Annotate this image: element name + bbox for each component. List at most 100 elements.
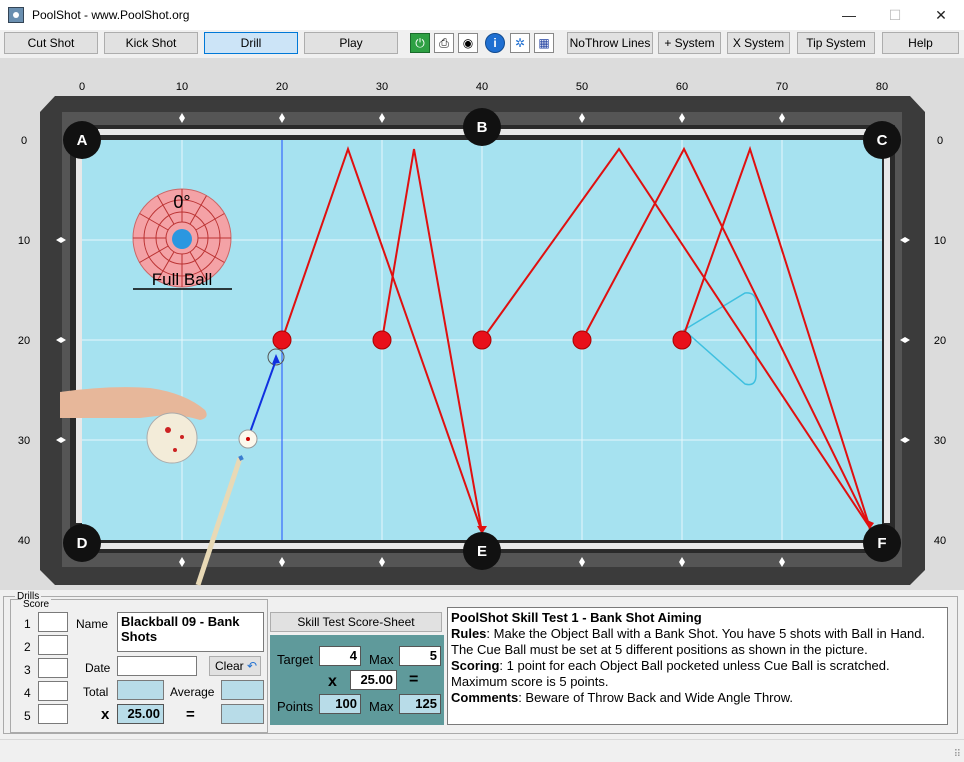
top-ruler-label: 80 [876, 81, 888, 93]
score-row-label: 3 [24, 663, 31, 677]
top-ruler-label: 50 [576, 81, 588, 93]
object-ball [672, 330, 692, 350]
rules-label: Rules [451, 626, 487, 641]
pool-table[interactable]: 0 10 20 30 40 50 60 70 80 0 0 10 10 20 20 30 30 40 40 [0, 58, 964, 590]
points-max-label: Max [369, 699, 394, 714]
target-field[interactable]: 4 [319, 646, 361, 666]
left-ruler-label: 0 [21, 135, 27, 147]
equals-sign: = [186, 706, 195, 723]
hand-ball-dot [165, 427, 171, 433]
top-ruler-label: 30 [376, 81, 388, 93]
resize-grip-icon[interactable]: ⠿ [954, 749, 961, 760]
aim-wheel-center [172, 229, 192, 249]
target-max-field[interactable]: 5 [399, 646, 441, 666]
camera-icon[interactable]: ◉ [458, 33, 478, 53]
hand-ball-dot [180, 435, 184, 439]
settings-icon[interactable]: ✲ [510, 33, 530, 53]
scoring-label: Scoring [451, 658, 500, 673]
skill-multiplier-field[interactable]: 25.00 [350, 670, 397, 690]
cut-shot-button[interactable]: Cut Shot [4, 32, 98, 54]
skill-test-panel: Target 4 Max 5 x 25.00 = Points 100 Max … [270, 635, 444, 725]
close-button[interactable]: ✕ [918, 0, 964, 30]
plus-system-button[interactable]: + System [658, 32, 721, 54]
score-row-input[interactable] [38, 681, 68, 701]
score-row-label: 4 [24, 686, 31, 700]
right-ruler-label: 20 [934, 335, 946, 347]
average-field[interactable] [221, 680, 264, 700]
window-title: PoolShot - www.PoolShot.org [32, 8, 190, 22]
clear-label: Clear [215, 659, 244, 673]
date-field[interactable] [117, 656, 197, 676]
rules-title: PoolShot Skill Test 1 - Bank Shot Aiming [451, 610, 702, 625]
rail-ruler-strip [98, 543, 466, 549]
rail-ruler-strip [76, 157, 82, 523]
total-field[interactable] [117, 680, 164, 700]
total-label: Total [83, 685, 109, 699]
comments-text: : Beware of Throw Back and Wide Angle Th… [518, 690, 794, 705]
pocket-label: D [77, 535, 88, 552]
score-row-input[interactable] [38, 658, 68, 678]
score-group-label: Score [21, 599, 52, 610]
print-icon[interactable]: ⎙ [434, 33, 454, 53]
left-ruler-label: 20 [18, 335, 30, 347]
hand-ball [146, 412, 198, 464]
info-icon[interactable]: i [485, 33, 505, 53]
pocket-label: A [77, 132, 88, 149]
top-ruler-label: 40 [476, 81, 488, 93]
object-ball [272, 330, 292, 350]
score-row-input[interactable] [38, 635, 68, 655]
calculator-icon[interactable]: ▦ [534, 33, 554, 53]
kick-shot-button[interactable]: Kick Shot [104, 32, 198, 54]
top-ruler-label: 60 [676, 81, 688, 93]
clear-button[interactable]: Clear ↶ [209, 656, 261, 676]
drill-button[interactable]: Drill [204, 32, 298, 54]
rail-ruler-strip [498, 543, 866, 549]
target-label: Target [277, 652, 314, 667]
rules-text-box[interactable]: PoolShot Skill Test 1 - Bank Shot Aiming… [447, 607, 948, 725]
nothrow-lines-button[interactable]: NoThrow Lines [567, 32, 653, 54]
object-ball [572, 330, 592, 350]
pocket-label: C [877, 132, 888, 149]
name-field[interactable]: Blackball 09 - Bank Shots [117, 612, 264, 652]
scoring-text: : 1 point for each Object Ball pocketed … [451, 658, 890, 689]
skill-equals-sign: = [409, 671, 419, 688]
play-button[interactable]: Play [304, 32, 398, 54]
points-max-field[interactable]: 125 [399, 694, 441, 714]
rail-ruler-strip [884, 157, 890, 523]
pocket-label: B [477, 119, 488, 136]
average-label: Average [170, 685, 215, 699]
right-ruler-label: 0 [937, 135, 943, 147]
top-ruler-label: 0 [79, 81, 85, 93]
points-field[interactable]: 100 [319, 694, 361, 714]
top-ruler-label: 70 [776, 81, 788, 93]
max-label: Max [369, 652, 394, 667]
drill-multiplier-field[interactable]: 25.00 [117, 704, 164, 724]
name-label: Name [76, 617, 109, 631]
skill-test-score-sheet-button[interactable]: Skill Test Score-Sheet [270, 612, 442, 632]
maximize-button[interactable]: ☐ [872, 0, 918, 30]
right-ruler-label: 40 [934, 535, 946, 547]
pool-table-canvas[interactable]: 0 10 20 30 40 50 60 70 80 0 0 10 10 20 20 30 30 40 40 [0, 58, 964, 590]
left-ruler-label: 40 [18, 535, 30, 547]
right-ruler-label: 10 [934, 235, 946, 247]
points-label: Points [277, 699, 314, 714]
score-row-label: 2 [24, 640, 31, 654]
rail-ruler-strip [98, 129, 466, 135]
skill-multiply-sign: x [328, 673, 337, 690]
score-row-input[interactable] [38, 612, 68, 632]
cue-ball-dot [246, 437, 250, 441]
score-row-input[interactable] [38, 704, 68, 724]
drill-result-field[interactable] [221, 704, 264, 724]
title-bar: PoolShot - www.PoolShot.org — ☐ ✕ [0, 0, 964, 30]
x-system-button[interactable]: X System [727, 32, 790, 54]
top-ruler-label: 10 [176, 81, 188, 93]
help-button[interactable]: Help [882, 32, 959, 54]
minimize-button[interactable]: — [826, 0, 872, 30]
object-ball [372, 330, 392, 350]
aim-label: Full Ball [152, 270, 212, 289]
right-ruler-label: 30 [934, 435, 946, 447]
tip-system-button[interactable]: Tip System [797, 32, 875, 54]
rules-text: : Make the Object Ball with a Bank Shot.… [451, 626, 926, 657]
top-ruler-label: 20 [276, 81, 288, 93]
power-icon[interactable]: ⏻ [410, 33, 430, 53]
